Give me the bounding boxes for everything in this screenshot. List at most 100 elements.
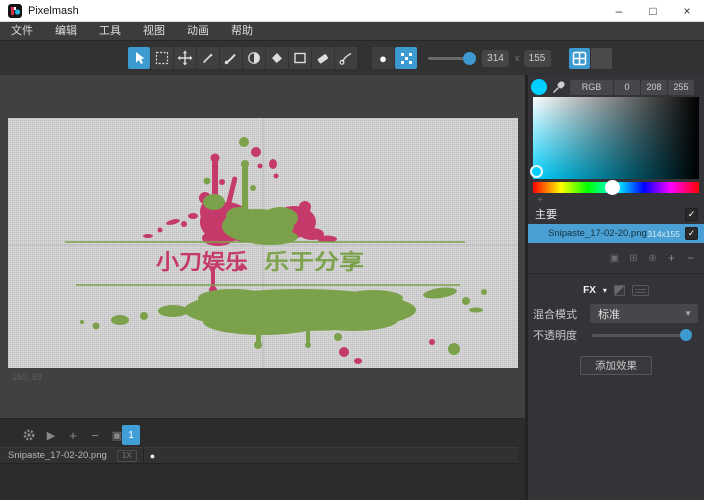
remove-frame-button[interactable]: − [88,428,102,443]
marquee-select-tool-button[interactable] [151,47,173,69]
effects-tabs-row: FX ▾ [528,283,704,298]
eraser-tool-button[interactable] [312,47,334,69]
menu-edit[interactable]: 编辑 [44,22,88,40]
animation-timeline: ▶ + − ▣ 1 Snipaste_17-02-20.png 1X ● [0,418,525,500]
hue-slider[interactable] [533,182,699,193]
fx-caret-icon: ▾ [603,286,607,295]
opacity-row: 不透明度 [528,328,704,342]
grid-icon [572,51,587,66]
play-button-icon[interactable]: ▶ [44,429,58,442]
layer-group-row[interactable]: 主要 ✓ [528,206,704,222]
timeline-layer-row[interactable]: Snipaste_17-02-20.png 1X ● [0,447,518,464]
timeline-controls: ▶ + − ▣ [22,425,124,445]
timeline-layer-name: Snipaste_17-02-20.png [8,450,107,461]
artwork-text-pink: 小刀娱乐 [156,251,248,274]
saturation-value-picker[interactable] [533,97,699,179]
add-layer-button[interactable]: + [664,251,679,265]
group-visibility-checkbox[interactable]: ✓ [685,208,698,221]
hue-slider-handle[interactable] [605,180,620,195]
dither-pattern-icon [400,52,413,65]
add-frame-button[interactable]: + [66,428,80,443]
size-separator: x [515,53,520,63]
duplicate-layer-button[interactable]: ▣ [607,251,622,265]
toolbar: ● 314 x 155 [0,40,704,75]
layer-name: Snipaste_17-02-20.png [548,228,647,239]
move-tool-button[interactable] [174,47,196,69]
current-color-swatch[interactable] [531,79,547,95]
blend-mode-row: 混合模式 标准 ▼ [528,304,704,323]
opacity-label: 不透明度 [533,327,577,343]
timeline-settings-gear-icon[interactable] [22,428,36,442]
maximize-button[interactable]: □ [636,0,670,21]
add-effect-button[interactable]: 添加效果 [580,356,652,375]
keyframe-dot[interactable]: ● [150,451,155,461]
pixelmash-window: Pixelmash – □ × 文件 编辑 工具 视图 动画 帮助 [0,0,704,500]
menu-help[interactable]: 帮助 [220,22,264,40]
layer-visibility-checkbox[interactable]: ✓ [685,227,698,240]
layer-group-name: 主要 [535,206,557,222]
sv-picker-handle[interactable] [530,165,543,178]
fill-tool-button[interactable] [266,47,288,69]
add-swatch-button[interactable]: + [533,196,547,206]
slider-handle[interactable] [463,52,476,65]
marquee-icon [154,50,170,66]
merge-layer-button[interactable]: ⊞ [626,251,641,265]
menu-file[interactable]: 文件 [0,22,44,40]
grid-view-button[interactable] [569,48,590,69]
app-logo-icon [8,4,22,18]
slider-track [428,57,466,60]
fx-tab[interactable]: FX [583,285,596,296]
menu-view[interactable]: 视图 [132,22,176,40]
dither-toggle-button[interactable] [395,47,417,69]
minimize-button[interactable]: – [602,0,636,21]
select-tool-button[interactable] [128,47,150,69]
move-icon [177,50,193,66]
title-bar[interactable]: Pixelmash – □ × [0,0,704,22]
brush-icon [223,50,239,66]
blue-value-field[interactable]: 255 [668,80,694,95]
gradient-tab[interactable] [614,285,625,296]
timeline-track-divider [143,447,144,464]
rectangle-tool-button[interactable] [289,47,311,69]
window-title: Pixelmash [28,5,79,17]
color-mode-button[interactable]: RGB [570,80,613,95]
artwork-splatter: 小刀娱乐 乐于分享 [8,118,518,368]
smudge-pen-icon [338,50,354,66]
layer-actions-row: ▣ ⊞ ⊕ + − [528,251,698,266]
canvas-height-field[interactable]: 155 [524,50,551,67]
shaded-ball-icon [246,50,262,66]
brush-tool-button[interactable] [220,47,242,69]
red-value-field[interactable]: 0 [614,80,640,95]
blend-mode-dropdown[interactable]: 标准 ▼ [590,304,698,323]
menu-bar: 文件 编辑 工具 视图 动画 帮助 [0,22,704,40]
green-value-field[interactable]: 208 [641,80,667,95]
canvas-width-field[interactable]: 314 [482,50,509,67]
smudge-tool-button[interactable] [335,47,357,69]
frame-1-button[interactable]: 1 [122,425,140,445]
shading-tool-button[interactable] [243,47,265,69]
brush-size-slider[interactable] [428,47,476,69]
eyedropper-icon[interactable] [552,80,566,94]
blend-mode-label: 混合模式 [533,306,577,322]
opacity-slider-track[interactable] [592,334,688,337]
diamond-fill-icon [269,50,285,66]
layer-row-selected[interactable]: Snipaste_17-02-20.png 314x155 ✓ [528,224,704,243]
remove-layer-button[interactable]: − [683,251,698,265]
panel-section-divider [528,273,704,274]
menu-tools[interactable]: 工具 [88,22,132,40]
frame-speed-button[interactable]: 1X [117,450,137,462]
cursor-arrow-icon [131,50,147,66]
preset-tab[interactable] [632,285,649,296]
opacity-slider-handle[interactable] [680,329,692,341]
brush-shape-button[interactable]: ● [372,47,394,69]
layer-size: 314x155 [647,229,680,239]
menu-animation[interactable]: 动画 [176,22,220,40]
close-button[interactable]: × [670,0,704,21]
pixel-canvas[interactable]: 小刀娱乐 乐于分享 [8,118,518,368]
plain-view-button[interactable] [591,48,612,69]
rectangle-icon [292,50,308,66]
center-layer-button[interactable]: ⊕ [645,251,660,265]
pencil-tool-button[interactable] [197,47,219,69]
color-controls-row: RGB 0 208 255 [528,78,704,96]
round-brush-icon: ● [379,52,387,65]
